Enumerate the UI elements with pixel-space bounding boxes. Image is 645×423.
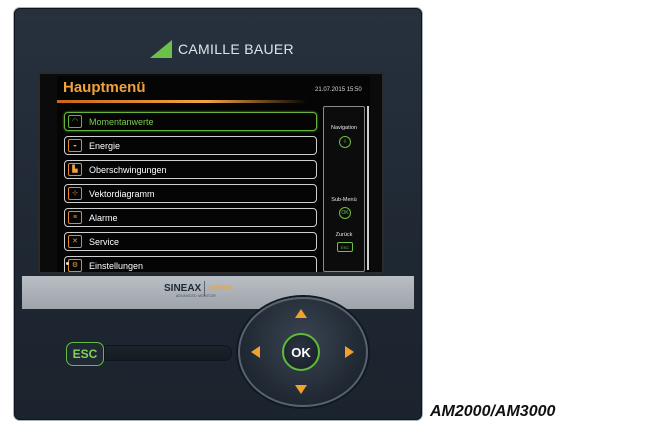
display-screen: Hauptmenü 21.07.2015 15:50 ◠ Momentanwer… <box>57 76 370 272</box>
softkey-sidebar: Navigation ◊ Sub-Menü OK Zurück ESC <box>323 106 365 272</box>
arrow-down-button[interactable] <box>295 385 307 394</box>
menu-item-label: Service <box>89 236 120 247</box>
gauge-icon: ◠ <box>68 115 82 128</box>
menu-item-vektordiagramm[interactable]: ⊹ Vektordiagramm <box>64 184 317 203</box>
menu-item-energie[interactable]: ◒ Energie <box>64 136 317 155</box>
scrollbar[interactable] <box>367 106 369 270</box>
page-title: Hauptmenü <box>63 79 146 96</box>
logo-subtitle: ADVANCED MONITOR <box>176 294 216 298</box>
menu-item-label: Oberschwingungen <box>89 164 167 175</box>
harmonics-bars-icon: ▙ <box>68 163 82 176</box>
submenu-label: Sub-Menü <box>331 197 357 203</box>
logo-sub1: ADVANCED <box>176 294 197 298</box>
menu-item-service[interactable]: ✕ Service <box>64 232 317 251</box>
brand-triangle-icon <box>150 40 172 58</box>
energy-meter-icon: ◒ <box>68 139 82 152</box>
menu-item-label: Einstellungen <box>89 260 144 271</box>
product-caption: AM2000/AM3000 <box>430 403 556 420</box>
navigation-icon: ◊ <box>339 136 351 148</box>
arrow-left-button[interactable] <box>251 346 260 358</box>
menu-item-label: Energie <box>89 140 121 151</box>
logo-sub2: MONITOR <box>197 294 216 298</box>
datetime: 21.07.2015 15:50 <box>315 87 362 93</box>
back-label: Zurück <box>335 232 353 238</box>
vector-diagram-icon: ⊹ <box>68 187 82 200</box>
submenu-ok-icon: OK <box>339 207 351 219</box>
navigation-label: Navigation <box>331 125 357 131</box>
brand-logo: CAMILLE BAUER <box>150 38 294 60</box>
menu-item-oberschwingungen[interactable]: ▙ Oberschwingungen <box>64 160 317 179</box>
arrow-up-button[interactable] <box>295 309 307 318</box>
menu-item-label: Momentanwerte <box>89 116 154 127</box>
tools-icon: ✕ <box>68 235 82 248</box>
brand-name: CAMILLE BAUER <box>178 41 294 57</box>
logo-model: AM3000 <box>208 285 231 292</box>
esc-track <box>104 345 232 361</box>
menu-item-alarme[interactable]: ≡ Alarme <box>64 208 317 227</box>
esc-button[interactable]: ESC <box>66 342 104 366</box>
main-menu: ◠ Momentanwerte ◒ Energie ▙ Oberschwingu… <box>64 112 317 272</box>
menu-item-label: Vektordiagramm <box>89 188 155 199</box>
settings-icon: ⚙ <box>68 259 82 272</box>
alarm-list-icon: ≡ <box>68 211 82 224</box>
ok-button[interactable]: OK <box>282 333 320 371</box>
arrow-right-button[interactable] <box>345 346 354 358</box>
menu-item-label: Alarme <box>89 212 118 223</box>
logo-main: SINEAX <box>164 283 202 294</box>
menu-item-einstellungen[interactable]: ⚙ Einstellungen <box>64 256 317 272</box>
title-underline <box>57 100 307 103</box>
menu-item-momentanwerte[interactable]: ◠ Momentanwerte <box>64 112 317 131</box>
more-items-indicator <box>66 262 69 265</box>
back-esc-icon: ESC <box>337 242 353 252</box>
